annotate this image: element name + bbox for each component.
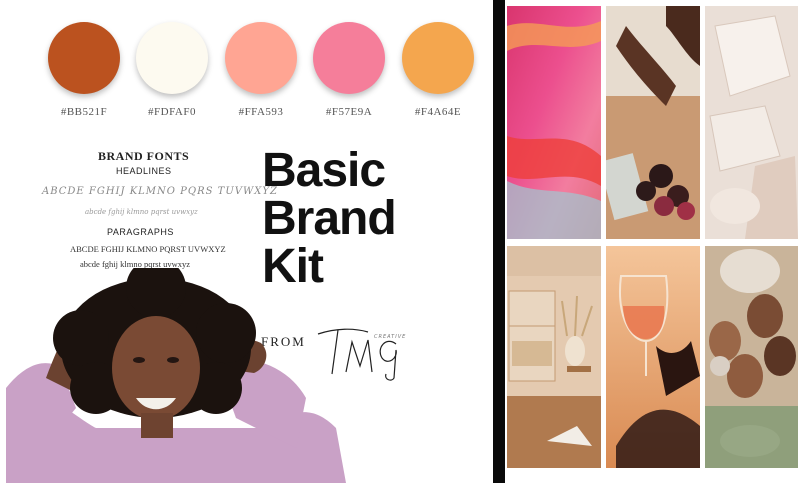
brand-fonts-title: BRAND FONTS: [98, 149, 190, 163]
swatch-3: [225, 22, 297, 94]
women-group-photo: [705, 246, 798, 468]
swatch-1: [48, 22, 120, 94]
figs-hands-photo: [606, 6, 700, 239]
photo-grid: [505, 0, 798, 483]
swatch-5-label: #F4A64E: [414, 106, 462, 118]
headlines-label: HEADLINES: [116, 166, 172, 176]
ice-glass-photo: [705, 6, 798, 239]
swatch-2-label: #FDFAF0: [148, 106, 196, 118]
paragraphs-label: PARAGRAPHS: [107, 227, 174, 237]
hero-title-line-2: Brand: [262, 192, 397, 245]
svg-text:CREATIVE: CREATIVE: [374, 334, 406, 340]
hero-title-line-1: Basic: [262, 144, 386, 197]
swatch-4: [313, 22, 385, 94]
portrait-photo: [6, 268, 346, 483]
swatch-1-label: #BB521F: [60, 106, 108, 118]
black-divider: [493, 0, 505, 483]
serif-font-sample-upper: ABCDE FGHIJ KLMNO PQRST UVWXYZ: [70, 244, 226, 254]
abstract-pink-photo: [507, 6, 601, 239]
interior-vase-photo: [507, 246, 601, 468]
swatch-4-label: #F57E9A: [325, 106, 373, 118]
brand-board-left: #BB521F #FDFAF0 #FFA593 #F57E9A #F4A64E …: [0, 0, 493, 483]
script-font-sample-lower: abcde fghij klmno pqrst uvwxyz: [85, 208, 198, 216]
swatch-2: [136, 22, 208, 94]
script-font-sample-upper: ABCDE FGHIJ KLMNO PQRS TUVWXYZ: [42, 186, 278, 197]
wine-toast-photo: [606, 246, 700, 468]
swatch-3-label: #FFA593: [238, 106, 284, 118]
swatch-5: [402, 22, 474, 94]
